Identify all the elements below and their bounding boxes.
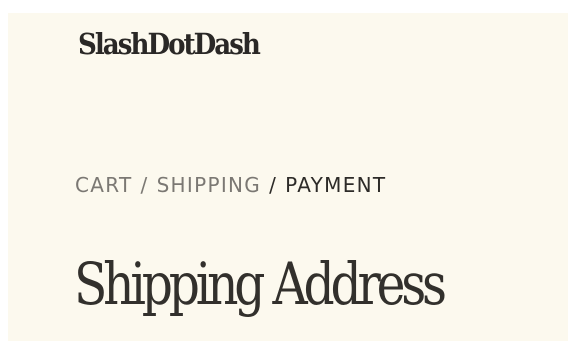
breadcrumb-item-cart[interactable]: CART bbox=[75, 173, 133, 197]
breadcrumb: CART / SHIPPING / PAYMENT bbox=[75, 173, 386, 197]
breadcrumb-separator: / bbox=[140, 173, 149, 197]
breadcrumb-separator: / bbox=[269, 173, 278, 197]
page-title: Shipping Address bbox=[74, 250, 447, 318]
store-logo[interactable]: SlashDotDash bbox=[78, 27, 261, 61]
breadcrumb-item-payment: PAYMENT bbox=[285, 173, 387, 197]
checkout-page: SlashDotDash CART / SHIPPING / PAYMENT S… bbox=[8, 13, 568, 341]
breadcrumb-item-shipping[interactable]: SHIPPING bbox=[157, 173, 262, 197]
